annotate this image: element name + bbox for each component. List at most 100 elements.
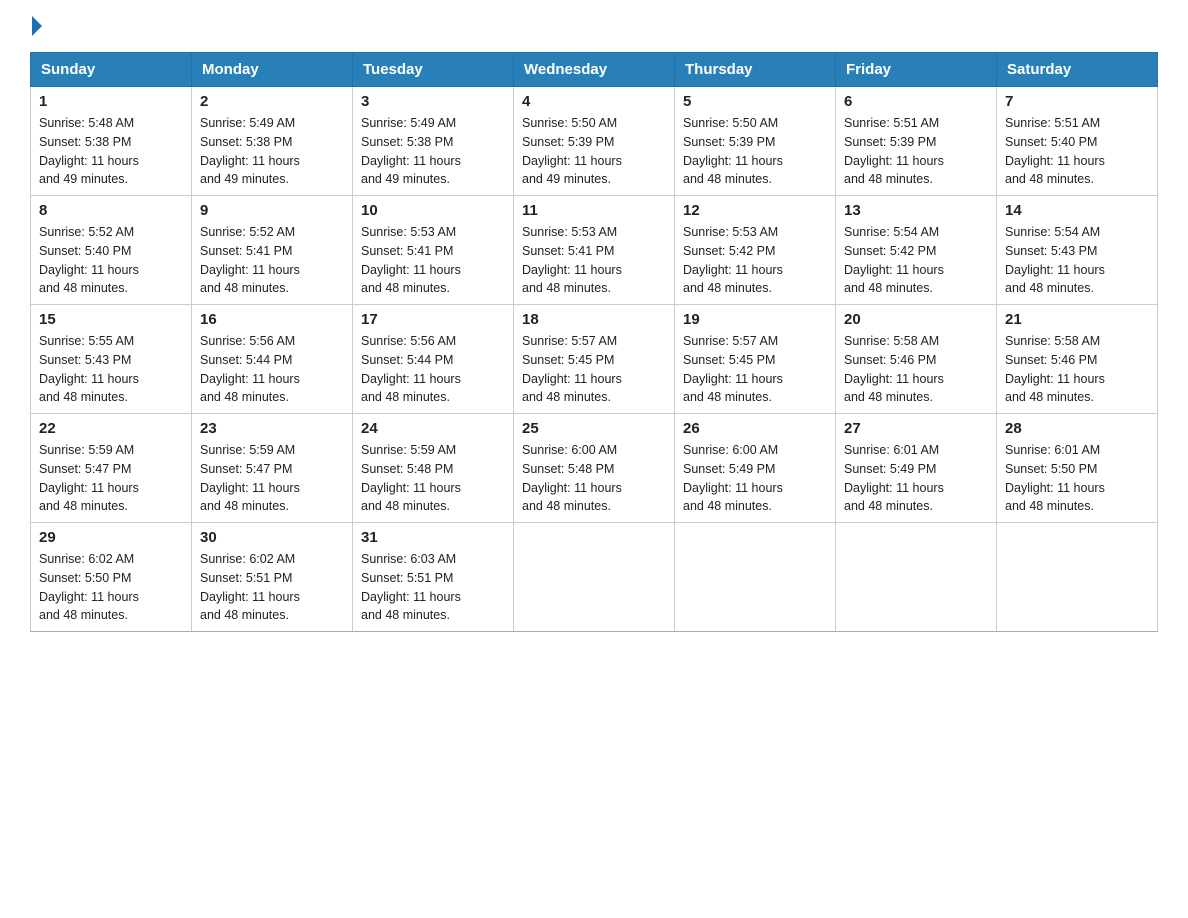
day-cell: 4 Sunrise: 5:50 AM Sunset: 5:39 PM Dayli… [514,87,675,196]
day-number: 11 [522,202,666,219]
day-cell: 6 Sunrise: 5:51 AM Sunset: 5:39 PM Dayli… [836,87,997,196]
day-number: 28 [1005,420,1149,437]
day-cell: 30 Sunrise: 6:02 AM Sunset: 5:51 PM Dayl… [192,523,353,632]
day-number: 15 [39,311,183,328]
day-info: Sunrise: 5:55 AM Sunset: 5:43 PM Dayligh… [39,332,183,407]
day-info: Sunrise: 6:03 AM Sunset: 5:51 PM Dayligh… [361,550,505,625]
day-info: Sunrise: 5:48 AM Sunset: 5:38 PM Dayligh… [39,114,183,189]
week-row-5: 29 Sunrise: 6:02 AM Sunset: 5:50 PM Dayl… [31,523,1158,632]
day-number: 25 [522,420,666,437]
day-cell: 17 Sunrise: 5:56 AM Sunset: 5:44 PM Dayl… [353,305,514,414]
day-info: Sunrise: 6:00 AM Sunset: 5:49 PM Dayligh… [683,441,827,516]
day-info: Sunrise: 5:53 AM Sunset: 5:42 PM Dayligh… [683,223,827,298]
day-cell [997,523,1158,632]
day-number: 8 [39,202,183,219]
day-info: Sunrise: 5:59 AM Sunset: 5:47 PM Dayligh… [39,441,183,516]
day-cell: 29 Sunrise: 6:02 AM Sunset: 5:50 PM Dayl… [31,523,192,632]
day-cell [514,523,675,632]
day-cell: 9 Sunrise: 5:52 AM Sunset: 5:41 PM Dayli… [192,196,353,305]
day-number: 24 [361,420,505,437]
day-number: 10 [361,202,505,219]
day-number: 2 [200,93,344,110]
logo-arrow-icon [32,16,42,36]
day-number: 22 [39,420,183,437]
day-info: Sunrise: 5:59 AM Sunset: 5:47 PM Dayligh… [200,441,344,516]
page-header [30,20,1158,36]
day-cell: 26 Sunrise: 6:00 AM Sunset: 5:49 PM Dayl… [675,414,836,523]
day-cell: 22 Sunrise: 5:59 AM Sunset: 5:47 PM Dayl… [31,414,192,523]
day-info: Sunrise: 5:53 AM Sunset: 5:41 PM Dayligh… [522,223,666,298]
day-number: 20 [844,311,988,328]
day-number: 19 [683,311,827,328]
day-number: 21 [1005,311,1149,328]
day-info: Sunrise: 5:51 AM Sunset: 5:39 PM Dayligh… [844,114,988,189]
day-number: 31 [361,529,505,546]
day-info: Sunrise: 5:54 AM Sunset: 5:42 PM Dayligh… [844,223,988,298]
calendar-header: SundayMondayTuesdayWednesdayThursdayFrid… [31,53,1158,87]
day-cell: 2 Sunrise: 5:49 AM Sunset: 5:38 PM Dayli… [192,87,353,196]
day-number: 30 [200,529,344,546]
day-info: Sunrise: 5:57 AM Sunset: 5:45 PM Dayligh… [522,332,666,407]
day-info: Sunrise: 5:49 AM Sunset: 5:38 PM Dayligh… [200,114,344,189]
day-info: Sunrise: 5:51 AM Sunset: 5:40 PM Dayligh… [1005,114,1149,189]
day-info: Sunrise: 5:50 AM Sunset: 5:39 PM Dayligh… [683,114,827,189]
day-number: 5 [683,93,827,110]
day-number: 17 [361,311,505,328]
week-row-3: 15 Sunrise: 5:55 AM Sunset: 5:43 PM Dayl… [31,305,1158,414]
week-row-2: 8 Sunrise: 5:52 AM Sunset: 5:40 PM Dayli… [31,196,1158,305]
day-info: Sunrise: 5:58 AM Sunset: 5:46 PM Dayligh… [1005,332,1149,407]
day-cell: 5 Sunrise: 5:50 AM Sunset: 5:39 PM Dayli… [675,87,836,196]
day-cell: 16 Sunrise: 5:56 AM Sunset: 5:44 PM Dayl… [192,305,353,414]
day-cell: 31 Sunrise: 6:03 AM Sunset: 5:51 PM Dayl… [353,523,514,632]
day-info: Sunrise: 5:58 AM Sunset: 5:46 PM Dayligh… [844,332,988,407]
day-number: 16 [200,311,344,328]
day-number: 26 [683,420,827,437]
day-number: 9 [200,202,344,219]
day-cell: 1 Sunrise: 5:48 AM Sunset: 5:38 PM Dayli… [31,87,192,196]
day-cell: 28 Sunrise: 6:01 AM Sunset: 5:50 PM Dayl… [997,414,1158,523]
week-row-1: 1 Sunrise: 5:48 AM Sunset: 5:38 PM Dayli… [31,87,1158,196]
calendar-body: 1 Sunrise: 5:48 AM Sunset: 5:38 PM Dayli… [31,87,1158,632]
day-number: 14 [1005,202,1149,219]
day-cell: 12 Sunrise: 5:53 AM Sunset: 5:42 PM Dayl… [675,196,836,305]
logo [30,20,42,36]
day-number: 1 [39,93,183,110]
day-cell: 10 Sunrise: 5:53 AM Sunset: 5:41 PM Dayl… [353,196,514,305]
day-cell: 15 Sunrise: 5:55 AM Sunset: 5:43 PM Dayl… [31,305,192,414]
day-number: 23 [200,420,344,437]
day-info: Sunrise: 6:02 AM Sunset: 5:51 PM Dayligh… [200,550,344,625]
day-info: Sunrise: 5:56 AM Sunset: 5:44 PM Dayligh… [361,332,505,407]
day-info: Sunrise: 5:59 AM Sunset: 5:48 PM Dayligh… [361,441,505,516]
day-info: Sunrise: 5:53 AM Sunset: 5:41 PM Dayligh… [361,223,505,298]
day-info: Sunrise: 6:00 AM Sunset: 5:48 PM Dayligh… [522,441,666,516]
day-cell: 7 Sunrise: 5:51 AM Sunset: 5:40 PM Dayli… [997,87,1158,196]
calendar-table: SundayMondayTuesdayWednesdayThursdayFrid… [30,52,1158,632]
day-number: 27 [844,420,988,437]
col-header-saturday: Saturday [997,53,1158,87]
day-cell: 23 Sunrise: 5:59 AM Sunset: 5:47 PM Dayl… [192,414,353,523]
col-header-wednesday: Wednesday [514,53,675,87]
col-header-thursday: Thursday [675,53,836,87]
day-cell: 25 Sunrise: 6:00 AM Sunset: 5:48 PM Dayl… [514,414,675,523]
day-cell: 3 Sunrise: 5:49 AM Sunset: 5:38 PM Dayli… [353,87,514,196]
day-info: Sunrise: 5:54 AM Sunset: 5:43 PM Dayligh… [1005,223,1149,298]
week-row-4: 22 Sunrise: 5:59 AM Sunset: 5:47 PM Dayl… [31,414,1158,523]
day-cell: 8 Sunrise: 5:52 AM Sunset: 5:40 PM Dayli… [31,196,192,305]
day-info: Sunrise: 5:56 AM Sunset: 5:44 PM Dayligh… [200,332,344,407]
day-cell: 27 Sunrise: 6:01 AM Sunset: 5:49 PM Dayl… [836,414,997,523]
day-number: 7 [1005,93,1149,110]
day-info: Sunrise: 5:50 AM Sunset: 5:39 PM Dayligh… [522,114,666,189]
day-cell [675,523,836,632]
day-info: Sunrise: 5:52 AM Sunset: 5:40 PM Dayligh… [39,223,183,298]
day-cell: 21 Sunrise: 5:58 AM Sunset: 5:46 PM Dayl… [997,305,1158,414]
day-info: Sunrise: 5:52 AM Sunset: 5:41 PM Dayligh… [200,223,344,298]
day-cell [836,523,997,632]
day-cell: 20 Sunrise: 5:58 AM Sunset: 5:46 PM Dayl… [836,305,997,414]
day-info: Sunrise: 6:01 AM Sunset: 5:50 PM Dayligh… [1005,441,1149,516]
day-number: 3 [361,93,505,110]
col-header-monday: Monday [192,53,353,87]
day-number: 18 [522,311,666,328]
col-header-friday: Friday [836,53,997,87]
day-cell: 19 Sunrise: 5:57 AM Sunset: 5:45 PM Dayl… [675,305,836,414]
day-cell: 18 Sunrise: 5:57 AM Sunset: 5:45 PM Dayl… [514,305,675,414]
